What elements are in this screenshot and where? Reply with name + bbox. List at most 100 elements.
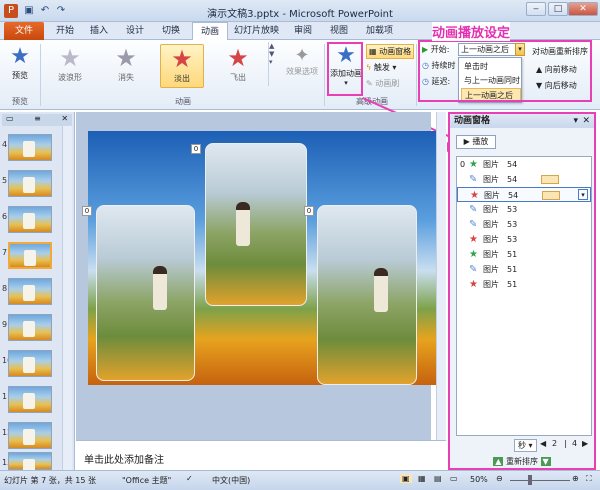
zoom-in-icon[interactable]: ⊕ (572, 474, 579, 483)
chevron-down-icon[interactable]: ▾ (573, 114, 578, 128)
thumb-number: 7 (2, 248, 8, 257)
row-name: 图片 (484, 191, 500, 200)
thumb-number: 5 (2, 176, 8, 185)
row-number: 0 (460, 160, 466, 169)
close-icon[interactable]: ✕ (61, 114, 68, 123)
anim-tag[interactable]: 0 (191, 144, 201, 154)
anim-list-item[interactable]: ★ 图片 51 (457, 247, 591, 262)
thumb-number: 4 (2, 140, 8, 149)
pen-icon: ✎ (469, 174, 478, 185)
tab-addins[interactable]: 加载项 (358, 22, 401, 40)
slides-tab-icon[interactable]: ▭ (6, 114, 14, 123)
slide-thumbnail[interactable] (8, 350, 52, 377)
zoom-slider[interactable] (510, 480, 570, 481)
row-name: 图片 (483, 235, 499, 244)
slide-scrollbar[interactable] (436, 112, 446, 440)
anim-list-item-selected[interactable]: ★ 图片 54 ▾ (457, 187, 591, 202)
outline-tab-icon[interactable]: ≡ (34, 114, 41, 123)
minimize-button[interactable]: ‒ (526, 2, 546, 16)
preview-button[interactable]: ★ 预览 (6, 44, 34, 81)
picture-left[interactable] (96, 205, 195, 381)
close-button[interactable]: ✕ (568, 2, 598, 16)
notes-area[interactable]: 单击此处添加备注 (76, 440, 446, 470)
anim-list-item[interactable]: ★ 图片 51 (457, 277, 591, 292)
zoom-in-icon[interactable]: ▶ (582, 439, 588, 448)
tab-slideshow[interactable]: 幻灯片放映 (226, 22, 287, 40)
anim-tag[interactable]: 0 (82, 206, 92, 216)
normal-view-icon[interactable]: ▣ (400, 474, 412, 483)
slide-canvas[interactable] (88, 131, 439, 385)
anim-list-item[interactable]: ★ 图片 53 (457, 232, 591, 247)
anim-tag[interactable]: 0 (304, 206, 314, 216)
reading-view-icon[interactable]: ▤ (434, 474, 442, 483)
anim-list-item[interactable]: 0 ★ 图片 54 (457, 157, 591, 172)
slide-thumbnail[interactable] (8, 170, 52, 197)
window-title: 演示文稿3.pptx - Microsoft PowerPoint (207, 9, 393, 20)
zoom-level: 50% (470, 475, 488, 484)
scale-value: 4 (572, 439, 578, 448)
effects-scroll[interactable]: ▲ ▼ ▾ (268, 42, 276, 86)
slide-thumbnail[interactable] (8, 386, 52, 413)
effect-fade[interactable]: ★ 淡出 (160, 44, 204, 88)
tab-animations[interactable]: 动画 (192, 22, 229, 41)
slide-thumbnail[interactable] (8, 206, 52, 233)
picture-center[interactable] (205, 143, 307, 306)
theme-name: "Office 主题" (122, 476, 172, 485)
row-name: 图片 (483, 280, 499, 289)
slide-thumbnail-selected[interactable] (8, 242, 52, 269)
maximize-button[interactable]: □ (548, 2, 568, 16)
separator (416, 44, 417, 106)
slide-thumbnail[interactable] (8, 422, 52, 449)
tab-home[interactable]: 开始 (48, 22, 82, 40)
anim-list-item[interactable]: ✎ 图片 54 (457, 172, 591, 187)
tab-transitions[interactable]: 切换 (154, 22, 188, 40)
slide-thumbnail[interactable] (8, 278, 52, 305)
zoom-thumb[interactable] (528, 475, 532, 485)
proofing-icon[interactable]: ✓ (186, 474, 193, 483)
seconds-dropdown[interactable]: 秒 ▾ (514, 439, 537, 452)
tab-view[interactable]: 视图 (322, 22, 356, 40)
slide-thumbnail[interactable] (8, 134, 52, 161)
effect-label: 淡出 (174, 74, 190, 83)
preview-star-icon: ★ (10, 44, 30, 69)
anim-list-item[interactable]: ✎ 图片 51 (457, 262, 591, 277)
row-name: 图片 (483, 175, 499, 184)
anim-list-item[interactable]: ✎ 图片 53 (457, 202, 591, 217)
thumbnail-scrollbar[interactable] (62, 126, 72, 472)
animation-pane-button[interactable]: ▦ 动画窗格 (366, 44, 415, 59)
sorter-view-icon[interactable]: ▦ (418, 474, 426, 483)
animation-painter-button[interactable]: ✎ 动画刷 (366, 78, 399, 89)
fade-star-icon: ★ (171, 45, 193, 73)
animation-pane: 动画窗格 ▾ ✕ ▶ 播放 0 ★ 图片 54 ✎ 图片 54 ★ 图片 54 ▾ ✎ 图片 53 … (448, 112, 596, 470)
slide-thumbnail[interactable] (8, 452, 52, 475)
thumb-number: 9 (2, 320, 8, 329)
slide-thumbnail[interactable] (8, 314, 52, 341)
chevron-down-icon[interactable]: ▾ (578, 189, 588, 200)
pane-icon: ▦ (369, 47, 380, 56)
picture-right[interactable] (317, 205, 417, 385)
row-num: 53 (507, 235, 518, 244)
tab-file[interactable]: 文件 (4, 22, 44, 40)
play-button[interactable]: ▶ 播放 (456, 135, 496, 149)
trigger-button[interactable]: ϟ 触发 ▾ (366, 62, 396, 73)
row-name: 图片 (483, 250, 499, 259)
anim-painter-label: 动画刷 (375, 79, 400, 88)
zoom-out-icon[interactable]: ⊖ (496, 474, 503, 483)
fit-window-icon[interactable]: ⛶ (586, 474, 592, 484)
effect-fly[interactable]: ★ 飞出 (216, 44, 260, 88)
highlight-box-add-animation (327, 42, 363, 96)
move-down-icon[interactable]: ▼ (540, 457, 551, 466)
effect-label: 飞出 (230, 73, 246, 82)
close-icon[interactable]: ✕ (582, 114, 590, 128)
tab-insert[interactable]: 插入 (82, 22, 116, 40)
tab-design[interactable]: 设计 (118, 22, 152, 40)
anim-pane-header: 动画窗格 ▾ ✕ (450, 114, 594, 128)
anim-list-item[interactable]: ✎ 图片 53 (457, 217, 591, 232)
slideshow-view-icon[interactable]: ▭ (450, 474, 458, 483)
effect-disappear[interactable]: ★ 消失 (104, 44, 148, 88)
move-up-icon[interactable]: ▲ (493, 457, 504, 466)
zoom-out-icon[interactable]: ◀ (540, 439, 546, 448)
effect-wave[interactable]: ★ 波浪形 (48, 44, 92, 88)
effect-options-button[interactable]: ✦ 效果选项 (282, 46, 322, 77)
tab-review[interactable]: 审阅 (286, 22, 320, 40)
